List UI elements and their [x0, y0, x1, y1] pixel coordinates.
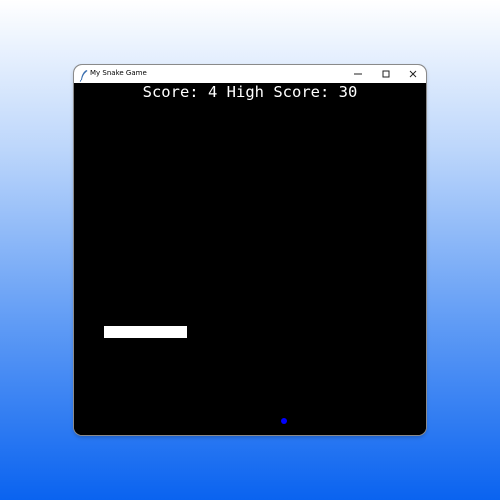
window-title: My Snake Game — [90, 69, 147, 77]
maximize-button[interactable] — [372, 65, 400, 83]
snake-body — [104, 326, 187, 338]
desktop-background: { "window": { "title": "My Snake Game", … — [0, 0, 500, 500]
scoreboard: Score: 4 High Score: 30 — [74, 83, 426, 101]
food-pellet — [281, 418, 287, 424]
title-bar[interactable]: My Snake Game — [74, 65, 426, 83]
close-icon — [409, 70, 417, 78]
close-button[interactable] — [399, 65, 426, 83]
game-canvas[interactable]: Score: 4 High Score: 30 — [74, 83, 426, 435]
maximize-icon — [382, 70, 390, 78]
feather-icon — [79, 67, 89, 82]
game-window: My Snake Game Score: 4 High Score: 30 — [74, 65, 426, 435]
minimize-button[interactable] — [344, 65, 372, 83]
score-label: Score: — [142, 83, 199, 101]
high-score-label: High Score: — [226, 83, 330, 101]
high-score-value: 30 — [338, 83, 358, 101]
score-value: 4 — [207, 83, 218, 101]
minimize-icon — [354, 73, 362, 75]
